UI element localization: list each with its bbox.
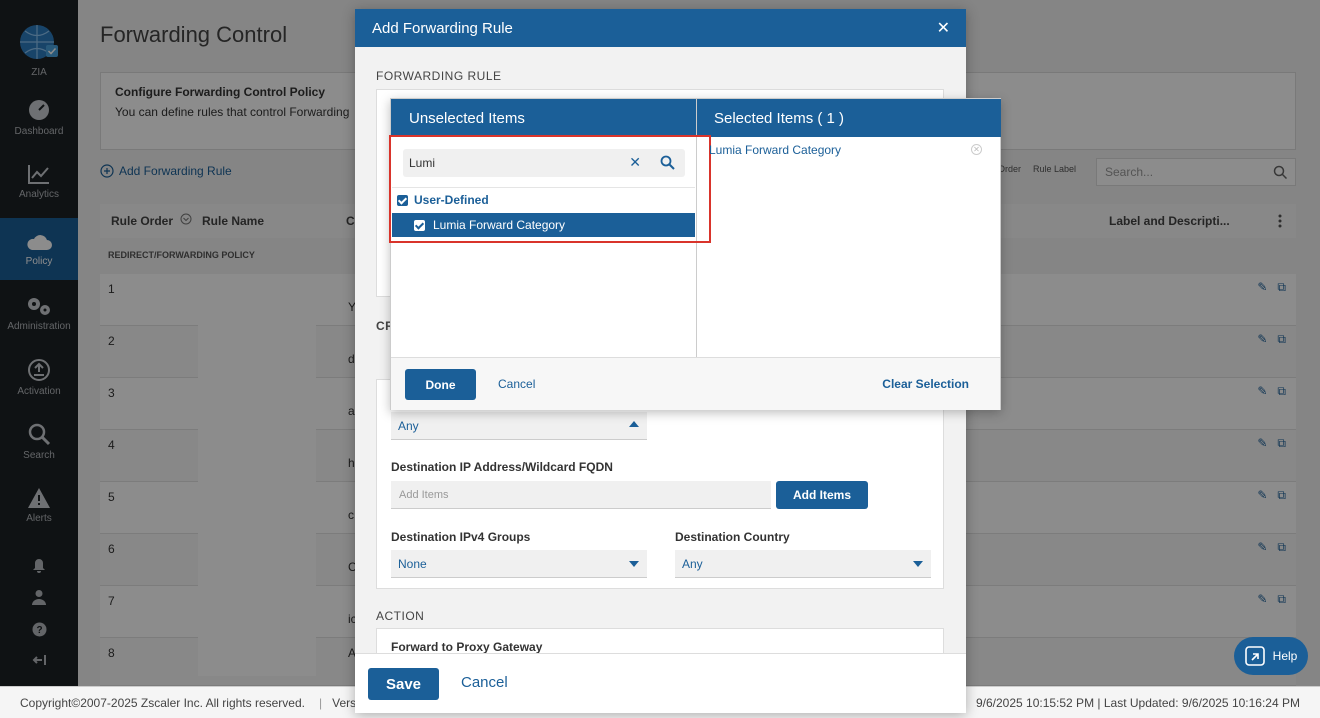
cancel-button[interactable]: Cancel bbox=[461, 674, 508, 691]
unselected-header: Unselected Items bbox=[391, 99, 696, 137]
caret-down-icon bbox=[629, 561, 639, 567]
modal-title: Add Forwarding Rule bbox=[372, 20, 513, 37]
select-value: Any bbox=[398, 419, 419, 433]
remove-icon[interactable]: ✕ bbox=[971, 144, 982, 155]
timestamps: 9/6/2025 10:15:52 PM | Last Updated: 9/6… bbox=[975, 696, 1300, 710]
add-items-button[interactable]: Add Items bbox=[776, 481, 868, 509]
dest-groups-label: Destination IPv4 Groups bbox=[391, 530, 531, 544]
modal-footer: Save Cancel bbox=[355, 653, 966, 713]
help-icon bbox=[1244, 646, 1265, 666]
dest-country-label: Destination Country bbox=[675, 530, 790, 544]
done-button[interactable]: Done bbox=[405, 369, 476, 400]
destination-card: Any Destination IP Address/Wildcard FQDN… bbox=[376, 379, 944, 589]
forward-label: Forward to Proxy Gateway bbox=[391, 640, 543, 654]
caret-up-icon bbox=[629, 421, 639, 427]
selected-item: Lumia Forward Category bbox=[709, 143, 842, 157]
dest-ip-input[interactable]: Add Items bbox=[391, 481, 771, 509]
dest-country-select[interactable]: Any bbox=[675, 550, 931, 578]
picker-footer: Done Cancel Clear Selection bbox=[391, 357, 1000, 410]
destination-select[interactable]: Any bbox=[391, 412, 647, 440]
select-value: None bbox=[398, 557, 427, 571]
highlight-annotation bbox=[389, 135, 711, 243]
section-action: ACTION bbox=[376, 609, 425, 623]
picker-cancel-button[interactable]: Cancel bbox=[498, 377, 535, 391]
modal-header: Add Forwarding Rule ✕ bbox=[355, 9, 966, 47]
help-label: Help bbox=[1272, 649, 1298, 663]
copyright: Copyright©2007-2025 Zscaler Inc. All rig… bbox=[20, 695, 305, 710]
selected-header: Selected Items ( 1 ) bbox=[696, 99, 1001, 137]
caret-down-icon bbox=[913, 561, 923, 567]
help-button[interactable]: Help bbox=[1234, 637, 1308, 675]
section-forwarding-rule: FORWARDING RULE bbox=[376, 69, 502, 83]
item-picker: Unselected Items Selected Items ( 1 ) Lu… bbox=[389, 98, 1001, 410]
save-button[interactable]: Save bbox=[368, 668, 439, 700]
dest-ip-label: Destination IP Address/Wildcard FQDN bbox=[391, 460, 613, 474]
select-value: Any bbox=[682, 557, 703, 571]
clear-selection-button[interactable]: Clear Selection bbox=[882, 377, 969, 391]
close-icon[interactable]: ✕ bbox=[937, 18, 950, 38]
dest-groups-select[interactable]: None bbox=[391, 550, 647, 578]
